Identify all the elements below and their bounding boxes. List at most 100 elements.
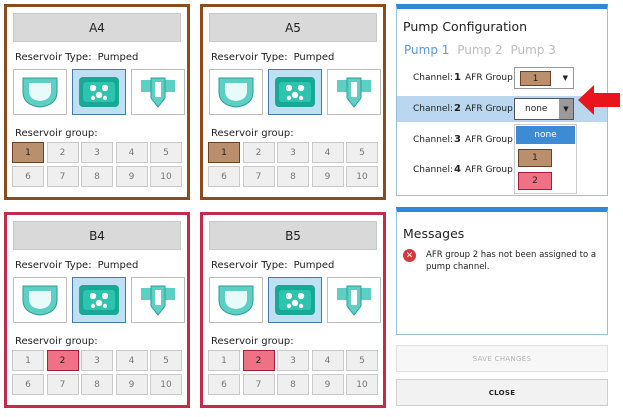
- pumped-reservoir-button[interactable]: [268, 277, 322, 323]
- reservoir-card-a4: A4 Reservoir Type: Pumped Reservoir group…: [4, 4, 190, 200]
- reservoir-group-button-10[interactable]: 10: [346, 166, 378, 187]
- reservoir-group-button-7[interactable]: 7: [46, 166, 79, 187]
- open-reservoir-button[interactable]: [209, 69, 263, 115]
- reservoir-group-button-3[interactable]: 3: [81, 350, 113, 371]
- dropdown-option-none[interactable]: none: [516, 126, 575, 144]
- tab-pump-2[interactable]: Pump 2: [457, 43, 502, 57]
- card-title: A4: [13, 13, 181, 42]
- reservoir-group-button-3[interactable]: 3: [81, 142, 113, 163]
- reservoir-group-button-8[interactable]: 8: [277, 166, 309, 187]
- reservoir-type-value: Pumped: [293, 52, 335, 63]
- message-text: AFR group 2 has not been assigned to a p…: [426, 250, 597, 272]
- open-reservoir-button[interactable]: [13, 277, 67, 323]
- channel-number: 1: [454, 72, 461, 83]
- reservoir-group-button-8[interactable]: 8: [81, 374, 113, 395]
- pumped-reservoir-button[interactable]: [72, 69, 126, 115]
- channel-number: 3: [454, 134, 461, 145]
- reservoir-type-label: Reservoir Type:: [15, 52, 92, 63]
- pumped-reservoir-button[interactable]: [268, 69, 322, 115]
- tube-reservoir-button[interactable]: [131, 69, 185, 115]
- reservoir-group-button-7[interactable]: 7: [242, 166, 275, 187]
- reservoir-group-button-2[interactable]: 2: [46, 350, 79, 371]
- channel-label: Channel:: [413, 165, 453, 175]
- open-reservoir-button[interactable]: [13, 69, 67, 115]
- reservoir-group-button-8[interactable]: 8: [81, 166, 113, 187]
- reservoir-group-button-5[interactable]: 5: [150, 350, 182, 371]
- reservoir-type: Reservoir Type: Pumped: [211, 52, 334, 63]
- chevron-down-icon: ▼: [559, 99, 573, 119]
- reservoir-group-button-5[interactable]: 5: [346, 350, 378, 371]
- reservoir-group-button-7[interactable]: 7: [242, 374, 275, 395]
- pumped-reservoir-icon: [275, 285, 315, 315]
- reservoir-group-button-3[interactable]: 3: [277, 350, 309, 371]
- reservoir-group-button-4[interactable]: 4: [311, 350, 344, 371]
- afr-group-dropdown-1[interactable]: 1 ▼: [514, 67, 574, 89]
- reservoir-type-value: Pumped: [97, 52, 139, 63]
- reservoir-group-button-2[interactable]: 2: [242, 350, 275, 371]
- tube-reservoir-button[interactable]: [131, 277, 185, 323]
- tube-reservoir-button[interactable]: [327, 69, 381, 115]
- pumped-reservoir-icon: [79, 285, 119, 315]
- reservoir-type: Reservoir Type: Pumped: [15, 260, 138, 271]
- afr-group-label: AFR Group:: [465, 165, 516, 175]
- open-reservoir-button[interactable]: [209, 277, 263, 323]
- reservoir-card-a5: A5 Reservoir Type: Pumped Reservoir group…: [200, 4, 386, 200]
- reservoir-group-button-1[interactable]: 1: [12, 142, 44, 163]
- save-changes-button[interactable]: SAVE CHANGES: [396, 345, 608, 372]
- channel-row-1: Channel: 1 AFR Group: 1 ▼: [397, 65, 607, 91]
- reservoir-group-button-9[interactable]: 9: [115, 166, 148, 187]
- channel-label: Channel:: [413, 135, 453, 145]
- pumped-reservoir-button[interactable]: [72, 277, 126, 323]
- open-reservoir-icon: [22, 285, 58, 316]
- reservoir-type-selector: [13, 69, 185, 115]
- panel-title: Pump Configuration: [403, 19, 528, 34]
- red-arrow-icon: [578, 85, 620, 115]
- reservoir-group-button-1[interactable]: 1: [208, 350, 240, 371]
- reservoir-type-selector: [209, 69, 381, 115]
- tube-reservoir-icon: [141, 285, 175, 316]
- afr-group-dropdown-2[interactable]: none ▼: [514, 98, 574, 120]
- reservoir-group-button-6[interactable]: 6: [12, 166, 44, 187]
- reservoir-group-button-1[interactable]: 1: [208, 142, 240, 163]
- reservoir-group-button-4[interactable]: 4: [115, 142, 148, 163]
- open-reservoir-icon: [218, 77, 254, 108]
- reservoir-group-button-8[interactable]: 8: [277, 374, 309, 395]
- dropdown-option-2[interactable]: 2: [518, 172, 552, 190]
- reservoir-group-button-9[interactable]: 9: [115, 374, 148, 395]
- afr-group-label: AFR Group:: [465, 73, 516, 83]
- reservoir-group-button-2[interactable]: 2: [242, 142, 275, 163]
- reservoir-group-button-7[interactable]: 7: [46, 374, 79, 395]
- reservoir-type-value: Pumped: [293, 260, 335, 271]
- close-button[interactable]: CLOSE: [396, 379, 608, 406]
- tab-pump-3[interactable]: Pump 3: [510, 43, 555, 57]
- tube-reservoir-icon: [141, 77, 175, 108]
- reservoir-group-button-6[interactable]: 6: [208, 374, 240, 395]
- reservoir-group-button-6[interactable]: 6: [12, 374, 44, 395]
- dropdown-option-1[interactable]: 1: [518, 149, 552, 167]
- chevron-down-icon: ▼: [562, 74, 568, 82]
- reservoir-group-button-5[interactable]: 5: [150, 142, 182, 163]
- reservoir-group-label: Reservoir group:: [211, 128, 294, 139]
- open-reservoir-icon: [218, 285, 254, 316]
- reservoir-group-button-6[interactable]: 6: [208, 166, 240, 187]
- reservoir-group-button-4[interactable]: 4: [311, 142, 344, 163]
- reservoir-group-button-9[interactable]: 9: [311, 374, 344, 395]
- reservoir-group-button-10[interactable]: 10: [150, 166, 182, 187]
- reservoir-type-selector: [209, 277, 381, 323]
- reservoir-group-button-10[interactable]: 10: [346, 374, 378, 395]
- reservoir-group-label: Reservoir group:: [211, 336, 294, 347]
- channel-number: 2: [454, 103, 461, 114]
- reservoir-group-button-3[interactable]: 3: [277, 142, 309, 163]
- reservoir-group-button-2[interactable]: 2: [46, 142, 79, 163]
- reservoir-group-button-10[interactable]: 10: [150, 374, 182, 395]
- reservoir-group-label: Reservoir group:: [15, 336, 98, 347]
- reservoir-group-button-5[interactable]: 5: [346, 142, 378, 163]
- tube-reservoir-icon: [337, 77, 371, 108]
- tab-pump-1[interactable]: Pump 1: [404, 43, 449, 57]
- reservoir-card-b4: B4 Reservoir Type: Pumped Reservoir group…: [4, 212, 190, 408]
- reservoir-group-button-1[interactable]: 1: [12, 350, 44, 371]
- tube-reservoir-button[interactable]: [327, 277, 381, 323]
- reservoir-group-button-9[interactable]: 9: [311, 166, 344, 187]
- messages-panel: Messages ✕ AFR group 2 has not been assi…: [396, 207, 608, 335]
- reservoir-group-button-4[interactable]: 4: [115, 350, 148, 371]
